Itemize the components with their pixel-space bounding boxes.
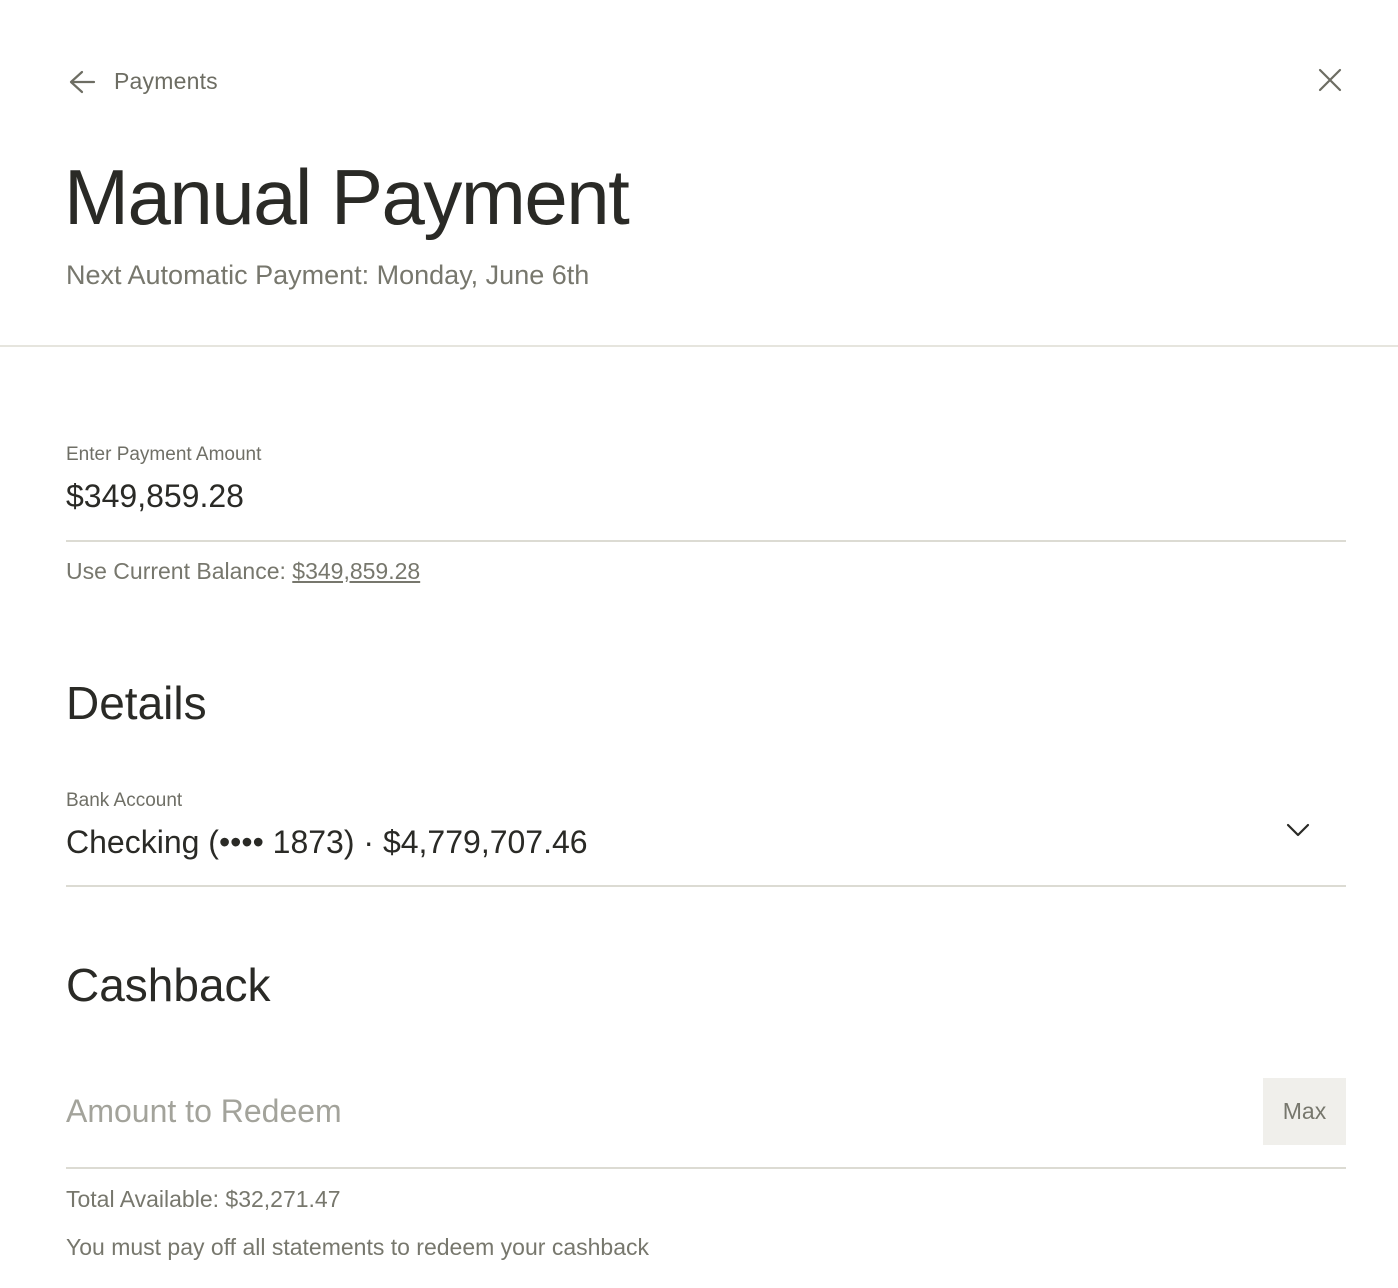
bank-account-select[interactable]: Checking (•••• 1873) · $4,779,707.46 <box>66 824 588 861</box>
back-to-payments-link[interactable]: Payments <box>68 68 218 95</box>
modal-header: Payments Manual Payment Next Automatic P… <box>0 0 1398 347</box>
max-button[interactable]: Max <box>1263 1078 1346 1145</box>
arrow-left-icon <box>68 70 96 94</box>
close-icon <box>1318 68 1342 97</box>
use-current-balance-link[interactable]: $349,859.28 <box>292 558 420 584</box>
total-available-text: Total Available: $32,271.47 <box>66 1186 341 1212</box>
cashback-heading: Cashback <box>66 959 271 1011</box>
back-link-label: Payments <box>114 68 218 94</box>
amount-to-redeem-input[interactable] <box>66 1086 1246 1136</box>
current-balance-helper: Use Current Balance: $349,859.28 <box>66 558 420 585</box>
payment-amount-label: Enter Payment Amount <box>66 444 262 465</box>
details-heading: Details <box>66 677 207 729</box>
redeem-underline <box>66 1167 1346 1169</box>
payment-amount-input[interactable]: $349,859.28 <box>66 478 244 515</box>
cashback-note: You must pay off all statements to redee… <box>66 1234 649 1260</box>
bank-account-underline <box>66 885 1346 887</box>
page-title: Manual Payment <box>64 153 630 241</box>
bank-account-label: Bank Account <box>66 790 183 811</box>
chevron-down-icon[interactable] <box>1283 818 1313 842</box>
current-balance-prefix: Use Current Balance: <box>66 558 293 584</box>
payment-amount-underline <box>66 540 1346 542</box>
close-button[interactable] <box>1312 64 1348 100</box>
next-payment-subtitle: Next Automatic Payment: Monday, June 6th <box>66 260 590 290</box>
